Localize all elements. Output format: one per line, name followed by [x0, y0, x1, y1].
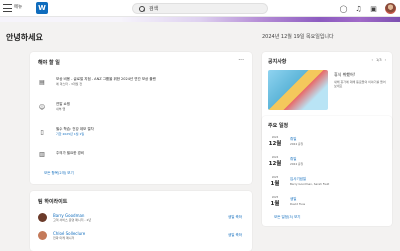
highlight-row: Barry Goodman 고객 서비스 운영 매니저 - 2년 생일 축하: [38, 213, 244, 222]
todo-item[interactable]: ☺ 연말 쇼핑 내부 앱: [38, 102, 70, 112]
document-icon: ▥: [39, 150, 45, 158]
bell-icon[interactable]: ♫: [354, 4, 363, 13]
top-bar: 메뉴 W 검색 ◯ ♫ ▣: [0, 0, 400, 17]
avatar[interactable]: [38, 231, 47, 240]
event-day: 12월: [268, 161, 282, 167]
events-title: 주요 일정: [268, 123, 289, 129]
briefcase-icon: ▤: [39, 78, 45, 86]
event-day: 1월: [270, 201, 280, 207]
event-day: 1월: [270, 181, 280, 187]
menu-icon[interactable]: [3, 4, 12, 12]
search-box[interactable]: 검색: [132, 3, 268, 14]
highlight-role: 전략 마케 매니저: [53, 236, 75, 240]
todo-item-sub: 내부 앱: [56, 107, 66, 111]
todo-item[interactable]: ▤ 보상 비용 - 글로벌 지점 - ANZ 그룹을 위한 2024년 연간 보…: [38, 77, 156, 87]
event-item[interactable]: 2024 12월 휴일 2024 휴일: [268, 156, 304, 167]
book-icon: ▯: [40, 128, 44, 136]
event-sub: 2024 휴일: [290, 142, 304, 146]
announcement-title: 휴식 취했어!: [334, 72, 356, 77]
highlight-role: 고객 서비스 운영 매니저 - 2년: [53, 218, 92, 222]
celebrate-button[interactable]: 생일 축하: [228, 215, 242, 220]
notice-title: 공지사항: [268, 59, 287, 65]
todo-item[interactable]: ▯ 필수 학습: 건강 데모 절차 기한 2025년 1월 1일: [38, 127, 94, 137]
view-all-events-link[interactable]: 모든 일정(3) 보기: [274, 215, 301, 220]
avatar[interactable]: [38, 213, 47, 222]
event-sub: David Fuss: [290, 202, 306, 206]
event-day: 12월: [268, 141, 282, 147]
event-sub: 2024 휴일: [290, 162, 304, 166]
todo-card: 해야 할 일 ··· ▤ 보상 비용 - 글로벌 지점 - ANZ 그룹을 위한…: [30, 52, 252, 184]
events-card: 주요 일정 2024 12월 휴일 2024 휴일 2024 12월 휴일 2024 휴…: [262, 116, 392, 226]
announcement-desc: 새해 휴가에 대해 동료들의 이야기를 들어보세요: [334, 80, 386, 88]
chat-icon[interactable]: ◯: [339, 4, 348, 13]
event-item[interactable]: 2025 1월 입사기념일 Barry Goodman, Sarah Field: [268, 176, 330, 187]
celebrate-button[interactable]: 생일 축하: [228, 233, 242, 238]
carousel-nav: ‹ 1/3 ›: [372, 58, 386, 62]
event-item[interactable]: 2024 12월 휴일 2024 휴일: [268, 136, 304, 147]
inbox-icon[interactable]: ▣: [369, 4, 378, 13]
todo-item-sub: 에 마스터 - 3개월 전: [56, 82, 83, 86]
highlights-title: 팀 하이라이트: [38, 199, 68, 205]
person-icon: ☺: [38, 103, 46, 111]
chevron-left-icon[interactable]: ‹: [372, 58, 373, 62]
app-logo-icon[interactable]: W: [36, 2, 48, 14]
todo-item[interactable]: ▥ 주의가 필요한 경비: [38, 149, 84, 158]
date-text: 2024년 12월 19일 목요일입니다: [262, 34, 334, 40]
header-banner: [0, 17, 400, 22]
announcement-body[interactable]: 휴식 취했어! 새해 휴가에 대해 동료들의 이야기를 들어보세요: [334, 72, 388, 88]
user-avatar[interactable]: [385, 3, 396, 14]
todo-title: 해야 할 일: [38, 60, 60, 66]
more-options-icon[interactable]: ···: [238, 57, 244, 64]
todo-item-sub: 기한 2025년 1월 1일: [56, 132, 85, 136]
search-icon: [139, 5, 145, 12]
carousel-page: 1/3: [375, 58, 382, 62]
chevron-right-icon[interactable]: ›: [385, 58, 386, 62]
menu-label[interactable]: 메뉴: [14, 4, 22, 10]
search-placeholder: 검색: [149, 6, 159, 12]
highlight-row: Chloé Solleclure 전략 마케 매니저 생일 축하: [38, 231, 244, 240]
view-all-todos-link[interactable]: 모든 항목(2개) 보기: [44, 171, 74, 176]
team-highlights-card: 팀 하이라이트 Barry Goodman 고객 서비스 운영 매니저 - 2년…: [30, 191, 252, 251]
todo-item-text: 주의가 필요한 경비: [56, 151, 84, 155]
event-sub: Barry Goodman, Sarah Field: [290, 182, 330, 186]
event-item[interactable]: 2025 1월 생일 David Fuss: [268, 196, 306, 207]
announcement-image[interactable]: [268, 70, 328, 110]
page-title: 안녕하세요: [6, 33, 43, 42]
